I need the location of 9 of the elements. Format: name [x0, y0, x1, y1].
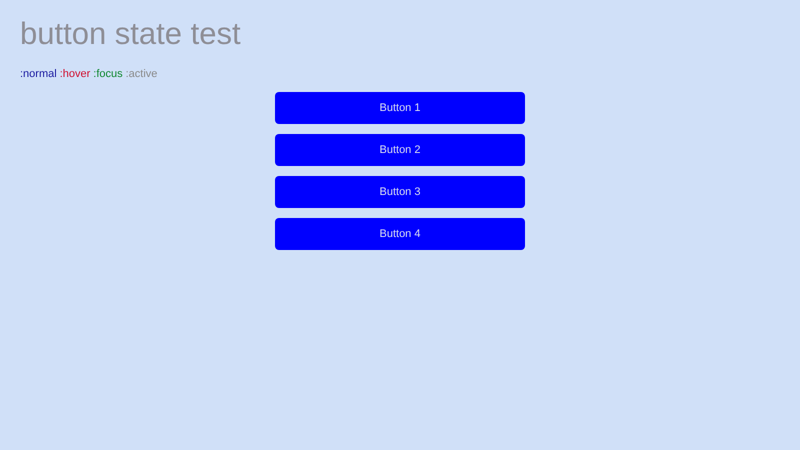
state-label: :hover — [60, 67, 90, 81]
state-label: :focus — [93, 67, 123, 81]
page-title: button state test — [20, 15, 242, 53]
test-button[interactable]: Button 4 — [275, 218, 525, 250]
state-label: :active — [126, 67, 158, 81]
test-button[interactable]: Button 2 — [275, 134, 525, 166]
test-button[interactable]: Button 3 — [275, 176, 525, 208]
test-button[interactable]: Button 1 — [275, 92, 525, 124]
state-label: :normal — [20, 67, 57, 81]
